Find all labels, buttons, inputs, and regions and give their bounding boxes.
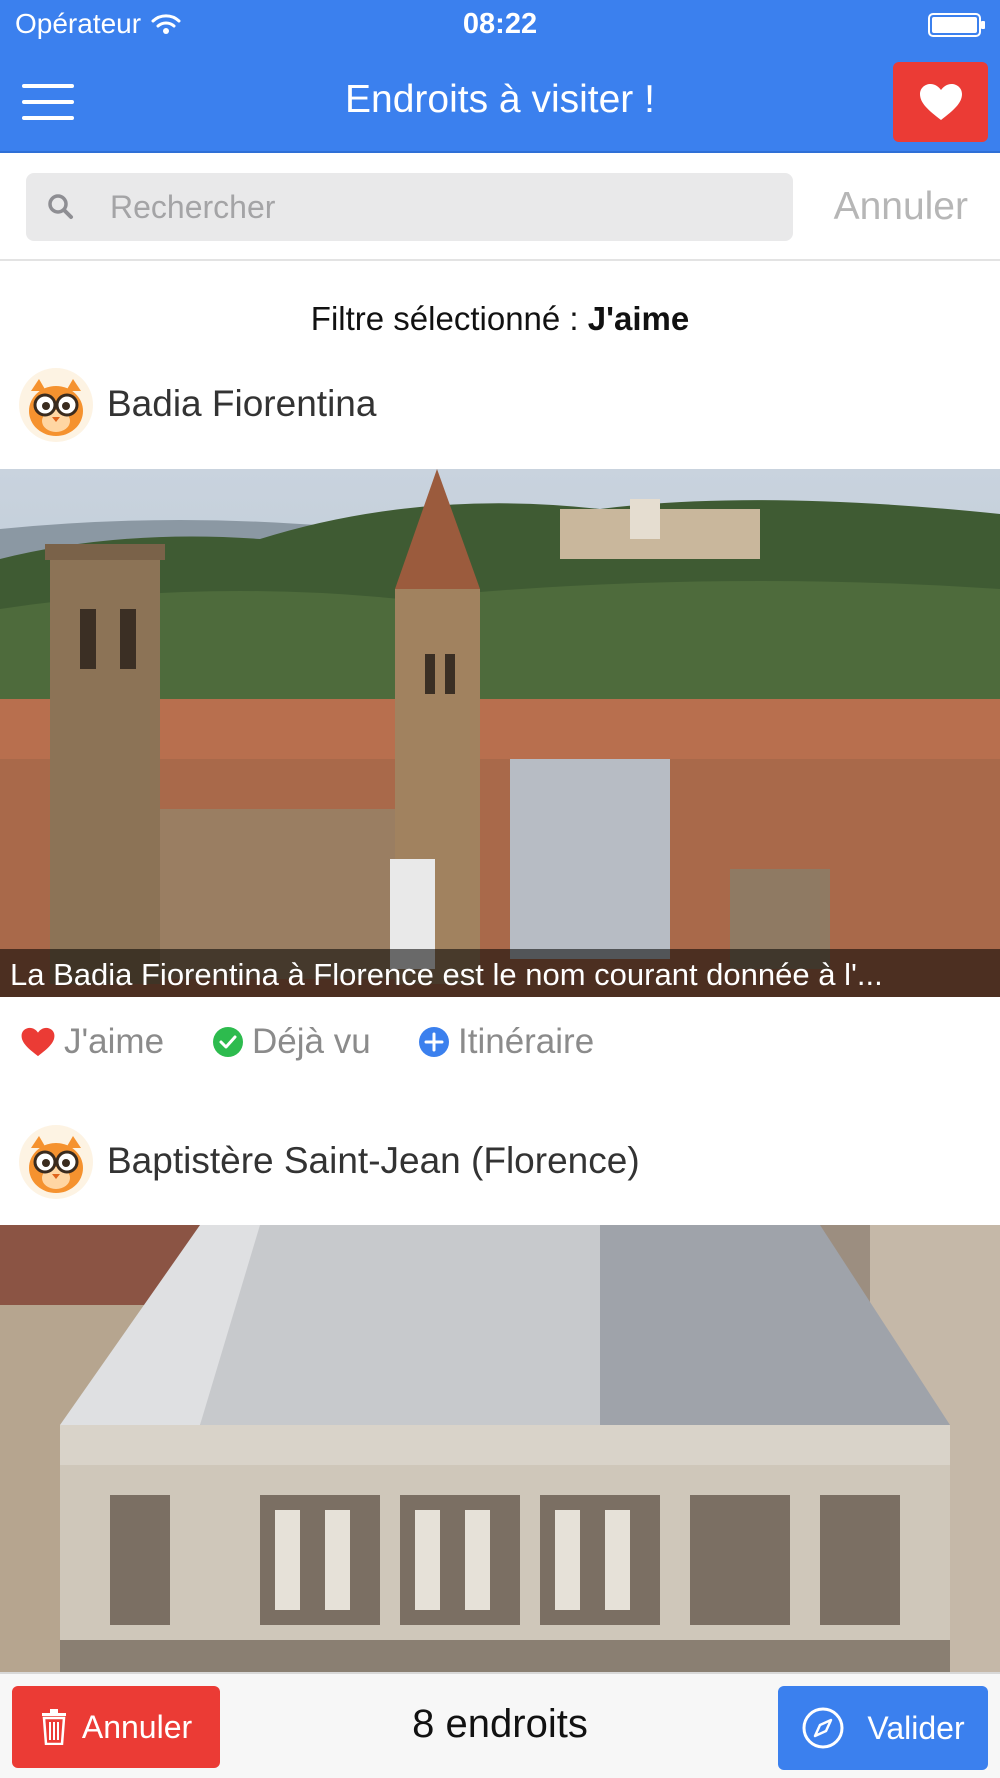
top-navigation-bar: Opérateur 08:22 Endroits à visiter ! xyxy=(0,0,1000,153)
places-count: 8 endroits xyxy=(412,1702,588,1746)
place-card-header[interactable]: Badia Fiorentina xyxy=(0,367,1000,447)
search-box[interactable] xyxy=(26,173,793,241)
photo-image xyxy=(0,469,1000,997)
like-action[interactable]: J'aime xyxy=(20,1022,164,1062)
search-icon xyxy=(48,194,73,219)
search-input[interactable] xyxy=(110,173,770,241)
selected-filter: Filtre sélectionné : J'aime xyxy=(0,300,1000,338)
filter-value: J'aime xyxy=(587,300,690,337)
filter-prefix: Filtre sélectionné : xyxy=(310,300,579,337)
bottom-toolbar: Annuler 8 endroits Valider xyxy=(0,1672,1000,1778)
cancel-label: Annuler xyxy=(81,1708,193,1745)
status-time: 08:22 xyxy=(462,8,538,40)
itinerary-label: Itinéraire xyxy=(458,1022,595,1061)
nav-row: Endroits à visiter ! xyxy=(0,56,1000,146)
owl-mascot-icon xyxy=(19,1125,93,1199)
place-caption: La Badia Fiorentina à Florence est le no… xyxy=(0,949,1000,997)
heart-icon xyxy=(919,84,962,120)
validate-button[interactable]: Valider xyxy=(778,1686,988,1770)
place-photo-badia[interactable]: La Badia Fiorentina à Florence est le no… xyxy=(0,469,1000,997)
validate-label: Valider xyxy=(867,1709,965,1746)
plus-circle-icon xyxy=(419,1027,449,1057)
search-row: Annuler xyxy=(0,155,1000,261)
place-card-header[interactable]: Baptistère Saint-Jean (Florence) xyxy=(0,1124,1000,1204)
compass-icon xyxy=(802,1707,844,1749)
seen-action[interactable]: Déjà vu xyxy=(212,1022,371,1062)
status-bar: Opérateur 08:22 xyxy=(0,0,1000,50)
hamburger-menu-icon[interactable] xyxy=(22,84,74,120)
place-photo-baptistery[interactable] xyxy=(0,1225,1000,1672)
like-label: J'aime xyxy=(64,1022,165,1061)
trash-icon xyxy=(41,1709,66,1745)
search-cancel-button[interactable]: Annuler xyxy=(834,185,968,229)
favorites-button[interactable] xyxy=(893,62,988,142)
page-title: Endroits à visiter ! xyxy=(345,78,655,121)
owl-mascot-icon xyxy=(19,368,93,442)
photo-image xyxy=(0,1225,1000,1672)
heart-icon xyxy=(21,1027,55,1057)
check-circle-icon xyxy=(213,1027,243,1057)
battery-icon xyxy=(928,13,985,37)
seen-label: Déjà vu xyxy=(252,1022,371,1061)
place-title: Baptistère Saint-Jean (Florence) xyxy=(107,1140,640,1181)
cancel-button[interactable]: Annuler xyxy=(12,1686,220,1768)
place-title: Badia Fiorentina xyxy=(107,383,377,424)
itinerary-action[interactable]: Itinéraire xyxy=(418,1022,594,1062)
